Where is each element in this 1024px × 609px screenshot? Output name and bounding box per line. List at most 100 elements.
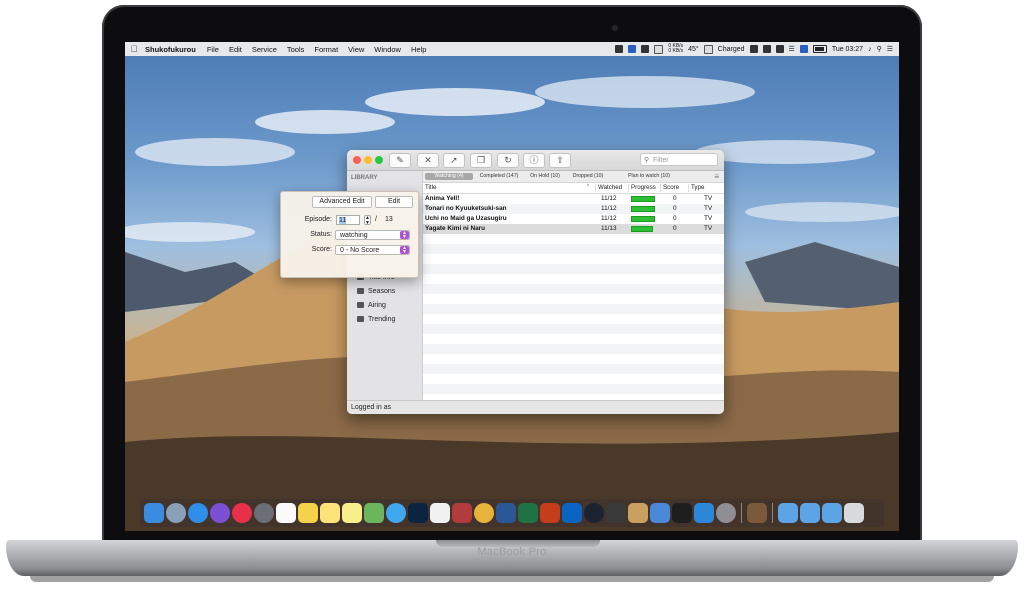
preview-icon[interactable] <box>364 503 384 523</box>
tab-dropped[interactable]: Dropped (10) <box>567 173 609 180</box>
column-watched[interactable]: Watched <box>598 184 622 191</box>
menu-service[interactable]: Service <box>247 45 282 54</box>
folder-app-icon[interactable] <box>650 503 670 523</box>
status-app-icon[interactable] <box>615 45 624 53</box>
list-menu-icon[interactable]: ≡ <box>714 172 719 181</box>
calendar-icon[interactable] <box>276 503 296 523</box>
minimize-window-button[interactable] <box>364 156 372 164</box>
clock-icon <box>357 302 364 308</box>
stickies-icon[interactable] <box>342 503 362 523</box>
delete-x-icon[interactable]: ✕ <box>417 153 439 168</box>
applications-folder-icon[interactable] <box>822 503 842 523</box>
column-progress[interactable]: Progress <box>631 184 656 191</box>
table-row[interactable]: Uchi no Maid ga Uzasugiru 11/12 0 TV <box>423 214 724 224</box>
word-icon[interactable] <box>496 503 516 523</box>
podcast-icon[interactable] <box>694 503 714 523</box>
menu-app-name[interactable]: Shukofukurou <box>143 45 202 54</box>
notes-icon[interactable] <box>320 503 340 523</box>
menu-clock[interactable]: Tue 03:27 <box>832 46 863 53</box>
edit-pencil-icon[interactable]: ✎ <box>389 153 411 168</box>
edit-button[interactable]: Edit <box>375 196 413 208</box>
table-row[interactable]: Tonari no Kyuuketsuki-san 11/12 0 TV <box>423 204 724 214</box>
status-select[interactable]: watching ▲ ▼ <box>335 230 410 240</box>
episode-field[interactable]: 11 <box>336 215 360 225</box>
status-app-icon[interactable] <box>775 45 784 53</box>
rocket-icon[interactable] <box>254 503 274 523</box>
tab-completed[interactable]: Completed (147) <box>477 173 521 180</box>
status-app-icon[interactable] <box>628 45 637 53</box>
export-icon[interactable]: ⇧ <box>549 153 571 168</box>
advanced-edit-button[interactable]: Advanced Edit <box>312 196 372 208</box>
table-row[interactable]: Anima Yell! 11/12 0 TV <box>423 194 724 204</box>
terminal-icon[interactable] <box>672 503 692 523</box>
outlook-icon[interactable] <box>562 503 582 523</box>
tab-watching[interactable]: Watching (4) <box>425 173 473 180</box>
excel-icon[interactable] <box>518 503 538 523</box>
photos-icon[interactable] <box>298 503 318 523</box>
finalcut-icon[interactable] <box>606 503 626 523</box>
acrobat-icon[interactable] <box>430 503 450 523</box>
documents-folder-icon[interactable] <box>800 503 820 523</box>
menu-window[interactable]: Window <box>369 45 406 54</box>
status-app-icon[interactable] <box>762 45 771 53</box>
volume-icon[interactable]: ♪ <box>868 46 872 53</box>
messages-icon[interactable] <box>386 503 406 523</box>
trash-icon[interactable] <box>844 503 864 523</box>
audio-icon[interactable] <box>474 503 494 523</box>
menu-edit[interactable]: Edit <box>224 45 247 54</box>
photoshop-icon[interactable] <box>408 503 428 523</box>
copy-icon[interactable]: ❐ <box>470 153 492 168</box>
menu-tools[interactable]: Tools <box>282 45 310 54</box>
zoom-window-button[interactable] <box>375 156 383 164</box>
sidebar-item-trending[interactable]: Trending <box>357 315 395 325</box>
chart-icon <box>357 316 364 322</box>
sidebar-item-seasons[interactable]: Seasons <box>357 287 395 297</box>
column-type[interactable]: Type <box>691 184 704 191</box>
filter-search-field[interactable]: ⚲ Filter <box>640 153 718 166</box>
news-icon[interactable] <box>232 503 252 523</box>
status-app-icon[interactable] <box>654 44 664 54</box>
menu-help[interactable]: Help <box>406 45 431 54</box>
menu-view[interactable]: View <box>343 45 369 54</box>
sidebar-item-airing[interactable]: Airing <box>357 301 386 311</box>
sidebar-item-label: Airing <box>368 302 386 309</box>
episode-stepper[interactable]: ▲ ▼ <box>364 215 371 226</box>
control-center-icon[interactable]: ☰ <box>887 45 893 53</box>
table-row-selected[interactable]: Yagate Kimi ni Naru 11/13 0 TV <box>423 224 724 234</box>
info-icon[interactable]: ⓘ <box>523 153 545 168</box>
empty-row <box>423 314 724 324</box>
finder-icon[interactable] <box>144 503 164 523</box>
column-title[interactable]: Title <box>425 184 436 191</box>
tab-plan-to-watch[interactable]: Plan to watch (10) <box>613 173 685 180</box>
menu-file[interactable]: File <box>202 45 224 54</box>
search-icon[interactable]: ⚲ <box>877 45 882 53</box>
infuse-icon[interactable] <box>584 503 604 523</box>
close-window-button[interactable] <box>353 156 361 164</box>
column-score[interactable]: Score <box>663 184 679 191</box>
share-arrow-icon[interactable]: ➚ <box>443 153 465 168</box>
status-app-icon[interactable] <box>641 45 650 53</box>
downloads-folder-icon[interactable] <box>778 503 798 523</box>
archive-icon[interactable] <box>628 503 648 523</box>
sort-descending-icon[interactable]: ⌃ <box>586 184 590 190</box>
battery-status-text[interactable]: Charged <box>718 46 745 53</box>
preferences-icon[interactable] <box>716 503 736 523</box>
episode-editor-popover: Advanced Edit Edit Episode: 11 ▲ ▼ / 13 S… <box>280 191 419 278</box>
siri-icon[interactable] <box>210 503 230 523</box>
battery-status-icon[interactable] <box>703 44 713 54</box>
apple-menu-icon[interactable]:  <box>125 44 143 54</box>
score-select[interactable]: 0 - No Score ▲ ▼ <box>335 245 410 255</box>
refresh-icon[interactable]: ↻ <box>497 153 519 168</box>
input-source-icon[interactable] <box>799 45 808 53</box>
empty-row <box>423 354 724 364</box>
safari-icon[interactable] <box>188 503 208 523</box>
owl-app-icon[interactable] <box>747 503 767 523</box>
menu-format[interactable]: Format <box>309 45 343 54</box>
tab-on-hold[interactable]: On Hold (10) <box>527 173 563 180</box>
launchpad-icon[interactable] <box>166 503 186 523</box>
dictionary-icon[interactable] <box>452 503 472 523</box>
battery-icon[interactable] <box>812 45 827 53</box>
wifi-icon[interactable]: ☰ <box>789 45 795 53</box>
powerpoint-icon[interactable] <box>540 503 560 523</box>
status-app-icon[interactable] <box>749 45 758 53</box>
